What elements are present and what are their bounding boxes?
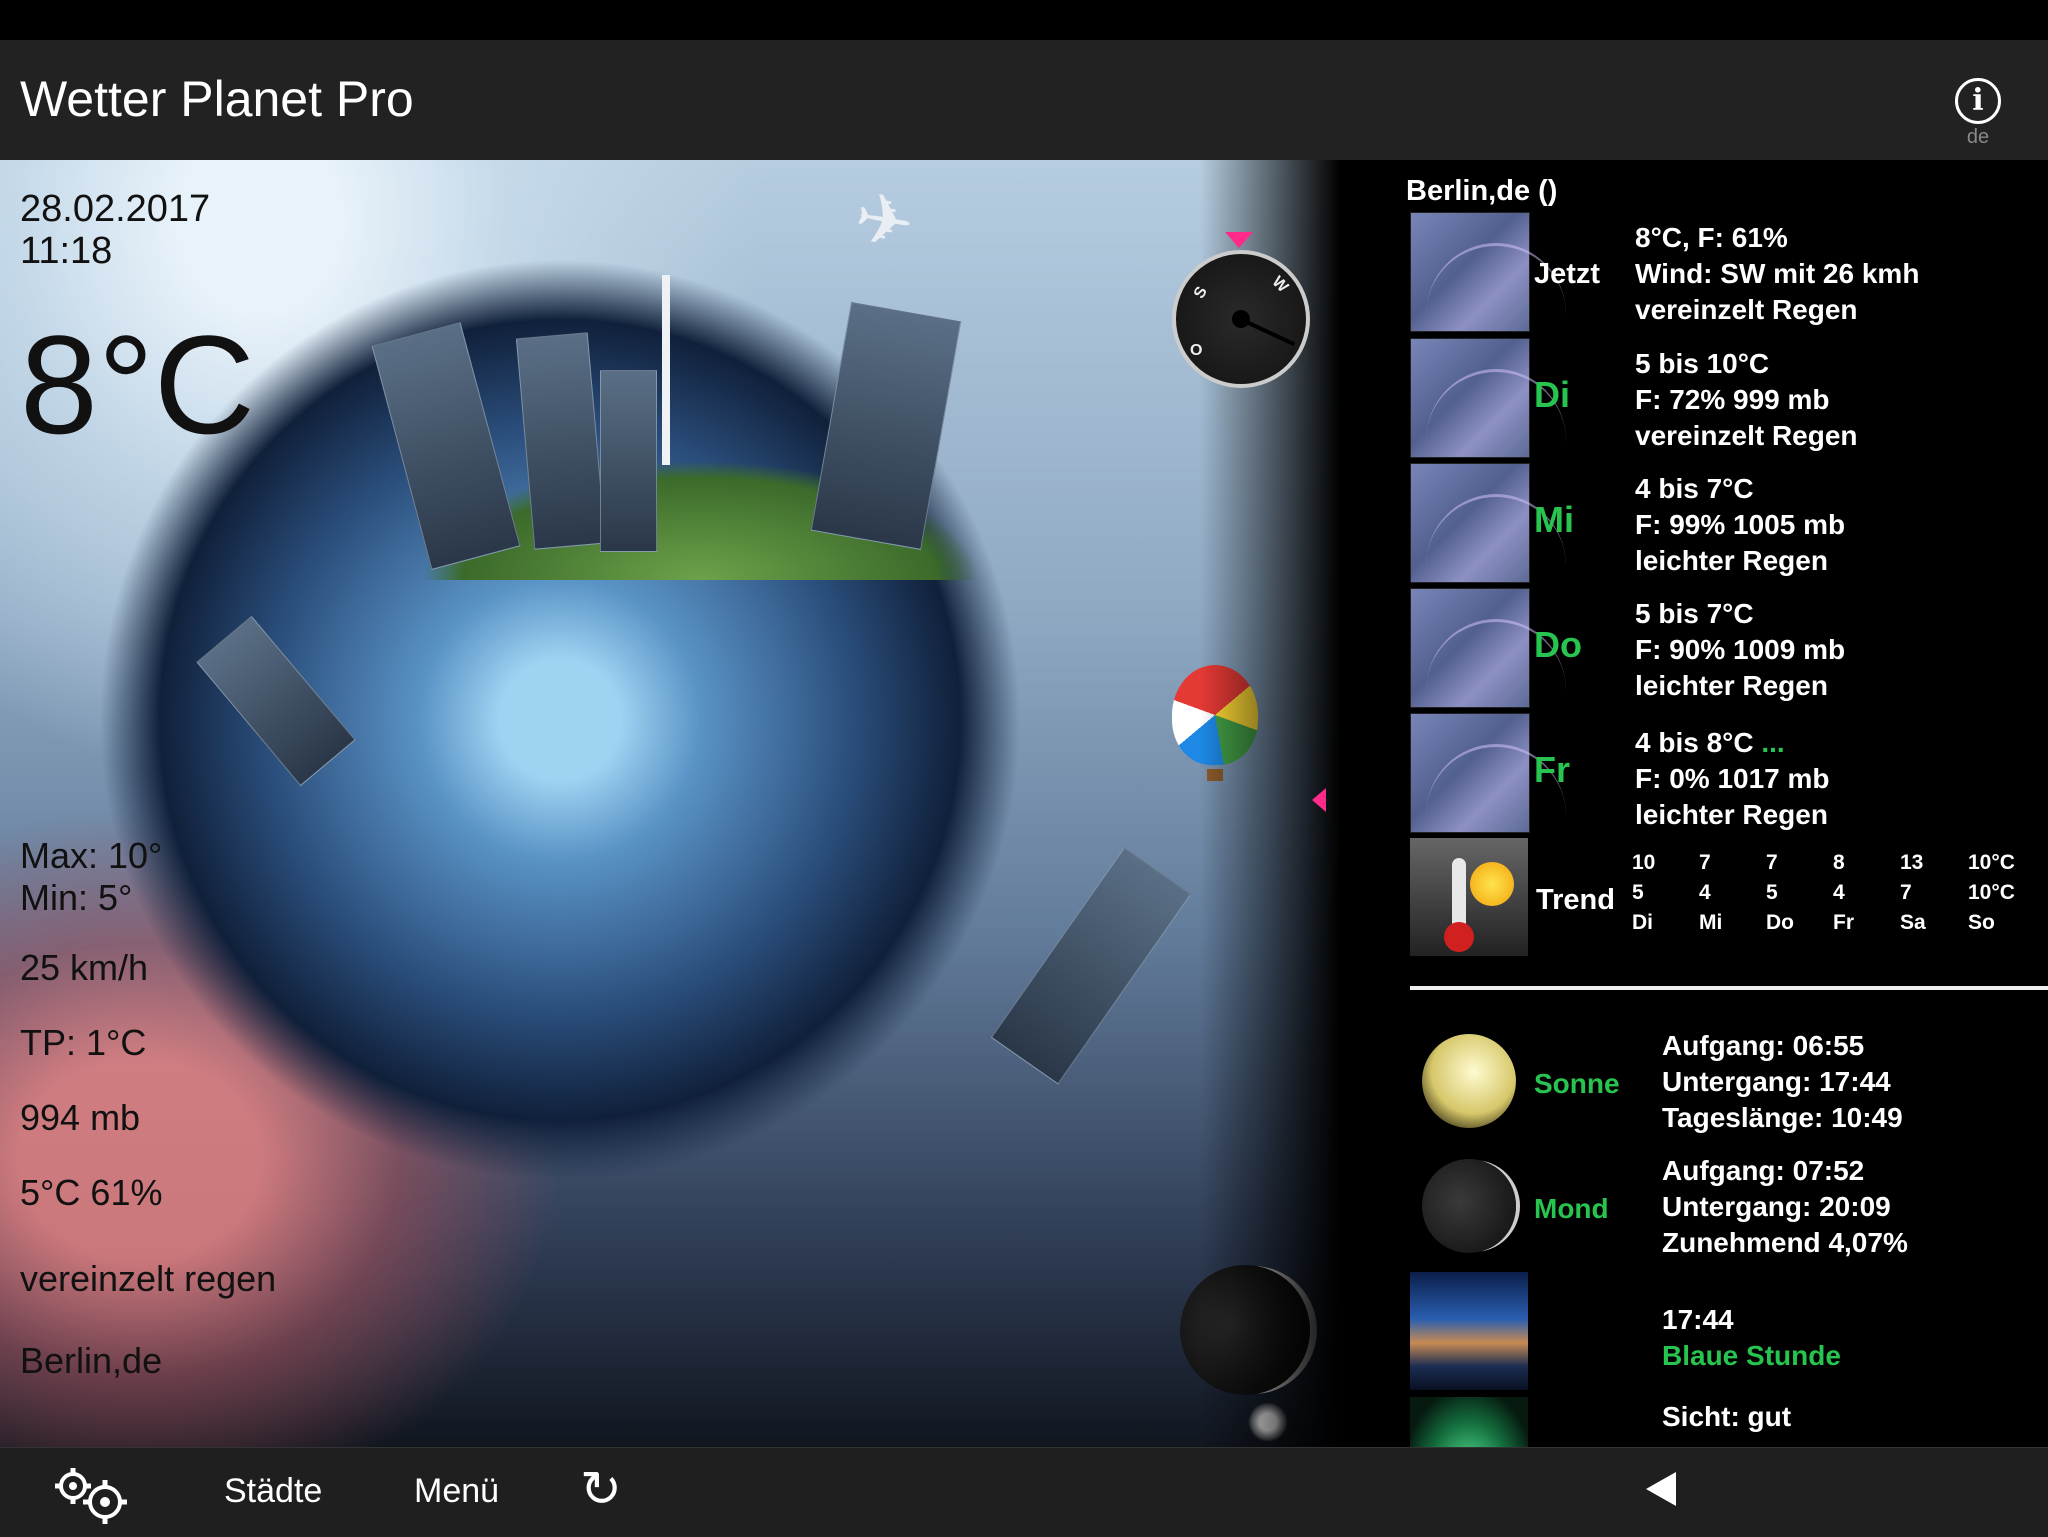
trend-row[interactable]: Trend 10 5 Di 7 4 Mi 7 5 Do 8 4 Fr 13 7 Sa 10°C 10°… xyxy=(1410,838,2046,958)
humidity: 5°C 61% xyxy=(20,1172,163,1213)
forecast-panel: Berlin,de () Jetzt 8°C, F: 61% Wind: SW … xyxy=(1340,160,2048,1447)
windmill xyxy=(662,275,670,465)
current-date-time: 28.02.2017 11:18 xyxy=(20,188,210,272)
bottom-toolbar: Städte Menü ↻ xyxy=(0,1447,2048,1537)
compass-label: S xyxy=(1190,283,1211,302)
condition: vereinzelt regen xyxy=(20,1258,277,1299)
forecast-desc: 8°C, F: 61% Wind: SW mit 26 kmh vereinze… xyxy=(1635,222,1920,325)
wind-compass[interactable]: S W O xyxy=(1172,250,1310,388)
blue-hour-desc: 17:44 Blaue Stunde xyxy=(1662,1304,1841,1371)
divider xyxy=(1410,986,2048,990)
app-title: Wetter Planet Pro xyxy=(20,71,414,127)
panel-toggle-marker[interactable] xyxy=(1312,788,1326,812)
forecast-row[interactable]: Di 5 bis 10°C F: 72% 999 mb vereinzelt R… xyxy=(1410,338,2046,458)
compass-hub xyxy=(1232,310,1250,328)
visibility-desc: Sicht: gut xyxy=(1662,1401,1792,1432)
wind-direction-marker xyxy=(1225,232,1253,248)
menu-button[interactable]: Menü xyxy=(414,1472,499,1511)
cities-button[interactable]: Städte xyxy=(224,1472,322,1511)
compass-label: W xyxy=(1268,273,1292,296)
rain-icon xyxy=(1410,212,1566,332)
current-date: 28.02.2017 xyxy=(20,188,211,230)
visibility-row[interactable]: Sicht: gut xyxy=(1410,1397,2046,1447)
back-arrow-icon[interactable] xyxy=(1646,1472,1676,1506)
sun-row[interactable]: Sonne Aufgang: 06:55 Untergang: 17:44 Ta… xyxy=(1410,1022,2046,1142)
hot-air-balloon xyxy=(1172,665,1258,781)
blue-hour-row[interactable]: 17:44 Blaue Stunde xyxy=(1410,1272,2046,1392)
location: Berlin,de xyxy=(20,1340,163,1381)
moon-label: Mond xyxy=(1534,1193,1609,1224)
dew-point: TP: 1°C xyxy=(20,1022,147,1063)
building xyxy=(371,322,521,570)
max-min: Max: 10° Min: 5° xyxy=(20,835,162,919)
dusk-icon xyxy=(1410,1272,1528,1390)
forecast-desc: 5 bis 7°C F: 90% 1009 mb leichter Regen xyxy=(1635,598,1846,701)
moon-desc: Aufgang: 07:52 Untergang: 20:09 Zunehmen… xyxy=(1662,1155,1908,1258)
day-label: Di xyxy=(1534,374,1570,415)
compass-label: O xyxy=(1190,342,1203,359)
language-label: de xyxy=(1966,126,1990,148)
day-label: Mi xyxy=(1534,499,1574,540)
rain-icon xyxy=(1410,463,1566,583)
forecast-desc: 4 bis 7°C F: 99% 1005 mb leichter Regen xyxy=(1635,473,1846,576)
current-time: 11:18 xyxy=(20,230,113,272)
settings-gear-icon[interactable] xyxy=(45,1462,135,1524)
forecast-row[interactable]: Do 5 bis 7°C F: 90% 1009 mb leichter Reg… xyxy=(1410,588,2046,708)
moon-row[interactable]: Mond Aufgang: 07:52 Untergang: 20:09 Zun… xyxy=(1410,1147,2046,1267)
forecast-desc: 5 bis 10°C F: 72% 999 mb vereinzelt Rege… xyxy=(1635,348,1858,451)
forecast-row[interactable]: Mi 4 bis 7°C F: 99% 1005 mb leichter Reg… xyxy=(1410,463,2046,583)
day-label: Fr xyxy=(1534,749,1570,790)
sun-desc: Aufgang: 06:55 Untergang: 17:44 Tageslän… xyxy=(1662,1030,1903,1133)
info-button[interactable]: i de xyxy=(1938,78,2018,158)
building xyxy=(196,615,356,787)
more-indicator: ... xyxy=(1761,727,1785,758)
forecast-desc: 4 bis 8°C ... F: 0% 1017 mb leichter Reg… xyxy=(1635,727,1830,830)
info-icon: i xyxy=(1955,78,2001,124)
moon-phase-icon xyxy=(1180,1265,1310,1395)
airplane-icon: ✈ xyxy=(848,177,920,265)
building xyxy=(600,370,657,552)
title-bar: Wetter Planet Pro i de xyxy=(0,40,2048,161)
wind-speed: 25 km/h xyxy=(20,947,149,988)
refresh-icon[interactable]: ↻ xyxy=(580,1460,622,1518)
panel-location: Berlin,de () xyxy=(1406,175,1558,207)
sun-icon xyxy=(1410,1022,1528,1140)
rain-icon xyxy=(1410,338,1566,458)
current-temperature: 8°C xyxy=(20,306,255,463)
rain-icon xyxy=(1410,713,1566,833)
aurora-icon xyxy=(1410,1397,1528,1447)
day-label: Jetzt xyxy=(1534,258,1601,290)
moon-icon xyxy=(1410,1147,1528,1265)
trend-label: Trend xyxy=(1536,884,1615,916)
thermometer-sun-icon xyxy=(1410,838,1528,956)
forecast-row-now[interactable]: Jetzt 8°C, F: 61% Wind: SW mit 26 kmh ve… xyxy=(1410,212,2046,332)
status-bar xyxy=(0,0,2048,40)
day-label: Do xyxy=(1534,624,1582,665)
sun-label: Sonne xyxy=(1534,1068,1620,1099)
light-glow xyxy=(1248,1402,1288,1442)
min-temp: Min: 5° xyxy=(20,877,133,918)
air-pressure: 994 mb xyxy=(20,1097,141,1138)
rain-icon xyxy=(1410,588,1566,708)
building xyxy=(990,847,1192,1085)
forecast-row[interactable]: Fr 4 bis 8°C ... F: 0% 1017 mb leichter … xyxy=(1410,713,2046,833)
max-temp: Max: 10° xyxy=(20,835,163,876)
